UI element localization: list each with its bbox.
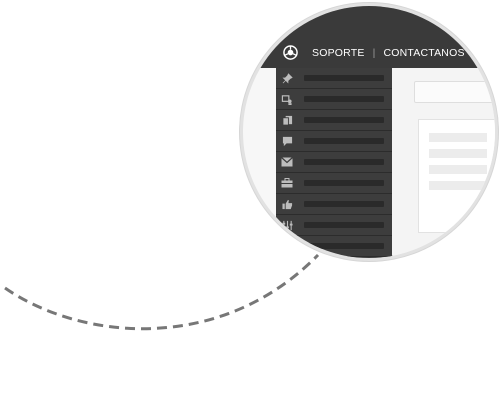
sidebar-item-placeholder	[304, 222, 384, 228]
comment-icon	[276, 136, 298, 147]
user-card-icon	[276, 94, 298, 105]
nav-link-support[interactable]: SOPORTE	[312, 47, 365, 59]
sidebar-item-placeholder	[304, 201, 384, 207]
sidebar-item-placeholder	[304, 96, 384, 102]
thumbs-up-icon	[276, 199, 298, 210]
sidebar-item-placeholder	[304, 75, 384, 81]
top-navigation-bar: SOPORTE | CONTACTANOS	[243, 6, 495, 68]
sidebar-item-mail[interactable]	[276, 152, 392, 173]
top-nav-links: SOPORTE | CONTACTANOS	[312, 47, 465, 59]
nav-separator: |	[372, 47, 376, 59]
placeholder-line	[429, 181, 487, 190]
sidebar	[276, 68, 393, 258]
sidebar-item-pin[interactable]	[276, 68, 392, 89]
logo-icon[interactable]	[283, 45, 298, 60]
sidebar-item-pages[interactable]	[276, 110, 392, 131]
sidebar-item-placeholder	[304, 159, 384, 165]
placeholder-line	[429, 149, 487, 158]
briefcase-icon	[276, 178, 298, 188]
sidebar-item-briefcase[interactable]	[276, 173, 392, 194]
pages-icon	[276, 115, 298, 126]
nav-link-contact[interactable]: CONTACTANOS	[384, 47, 465, 59]
sidebar-item-comments[interactable]	[276, 131, 392, 152]
mail-icon	[276, 157, 298, 167]
placeholder-line	[429, 165, 487, 174]
magnified-ui-circle: SOPORTE | CONTACTANOS	[240, 3, 498, 261]
search-input[interactable]	[414, 81, 495, 103]
sidebar-item-user-card[interactable]	[276, 89, 392, 110]
sidebar-item-like[interactable]	[276, 194, 392, 215]
sidebar-item-placeholder	[304, 180, 384, 186]
sidebar-item-placeholder	[304, 138, 384, 144]
settings-icon	[276, 220, 298, 231]
sidebar-item-settings[interactable]	[276, 215, 392, 236]
sidebar-item-placeholder	[304, 243, 384, 249]
pin-icon	[276, 72, 298, 84]
sidebar-item-placeholder	[304, 117, 384, 123]
placeholder-line	[429, 133, 487, 142]
sidebar-item-more[interactable]	[276, 236, 392, 257]
content-panel	[418, 119, 495, 233]
